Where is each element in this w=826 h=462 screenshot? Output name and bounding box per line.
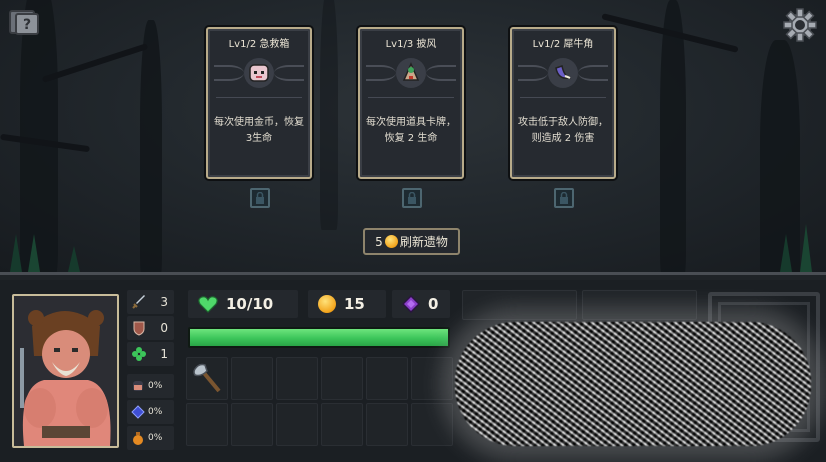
gold-coin-icon bbox=[318, 295, 336, 313]
relic-emblem bbox=[518, 51, 608, 95]
gold-display: 15 bbox=[308, 290, 386, 318]
attack-value: 3 bbox=[160, 295, 168, 309]
inventory-slot[interactable] bbox=[411, 403, 453, 446]
gem-resistance: 0% bbox=[127, 400, 174, 424]
heart-icon bbox=[198, 296, 218, 313]
cloak-icon bbox=[396, 58, 426, 88]
inventory-slot[interactable] bbox=[186, 403, 228, 446]
lock-icon bbox=[256, 192, 264, 204]
inventory-slot[interactable] bbox=[321, 357, 363, 400]
barbarian-hero-icon bbox=[14, 296, 117, 446]
inventory-slot[interactable] bbox=[276, 357, 318, 400]
health-bar-fill bbox=[190, 329, 448, 346]
potion-icon bbox=[133, 432, 143, 445]
inventory-slot[interactable] bbox=[276, 403, 318, 446]
relic-emblem bbox=[214, 51, 304, 95]
gem-value: 0 bbox=[428, 295, 439, 313]
inventory-slot[interactable] bbox=[186, 357, 228, 400]
axe-icon bbox=[193, 363, 221, 392]
gem-display: 0 bbox=[392, 290, 450, 318]
inventory-slot[interactable] bbox=[321, 403, 363, 446]
settings-button[interactable] bbox=[780, 6, 820, 44]
health-display: 10/10 bbox=[188, 290, 298, 318]
relic-title: Lv1/3 披风 bbox=[385, 39, 437, 50]
relic-card-first-aid-kit[interactable]: Lv1/2 急救箱 每次使用金币，恢复3生命 bbox=[206, 27, 312, 179]
obscured-region bbox=[455, 322, 811, 446]
relic-description: 每次使用道具卡牌，恢复 2 生命 bbox=[366, 117, 456, 144]
fist-icon bbox=[133, 381, 143, 391]
relic-lock-button[interactable] bbox=[402, 188, 422, 208]
relic-card-cloak[interactable]: Lv1/3 披风 每次使用道具卡牌，恢复 2 生命 bbox=[358, 27, 464, 179]
equipment-slot[interactable] bbox=[462, 290, 577, 320]
relic-lock-button[interactable] bbox=[250, 188, 270, 208]
fist-resistance: 0% bbox=[127, 374, 174, 398]
gear-icon bbox=[783, 8, 817, 42]
health-bar bbox=[188, 327, 450, 348]
relic-emblem bbox=[366, 51, 456, 95]
gold-value: 15 bbox=[344, 295, 365, 313]
potion-resistance-value: 0% bbox=[148, 433, 163, 443]
defense-stat: 0 bbox=[127, 316, 174, 340]
attack-stat: 3 bbox=[127, 290, 174, 314]
refresh-cost: 5 bbox=[375, 234, 383, 249]
inventory-slot[interactable] bbox=[231, 403, 273, 446]
hero-portrait bbox=[12, 294, 119, 448]
clover-icon bbox=[132, 347, 146, 361]
luck-value: 1 bbox=[160, 347, 168, 361]
coin-icon bbox=[384, 235, 398, 248]
relic-description: 攻击低于敌人防御，则造成 2 伤害 bbox=[518, 117, 608, 144]
gem-resistance-value: 0% bbox=[148, 407, 163, 417]
relic-title: Lv1/2 犀牛角 bbox=[532, 39, 594, 50]
inventory-slot[interactable] bbox=[231, 357, 273, 400]
purple-gem-icon bbox=[402, 295, 420, 313]
rhino-horn-icon bbox=[548, 58, 578, 88]
inventory-grid bbox=[186, 357, 453, 450]
help-button[interactable]: ? bbox=[4, 6, 44, 40]
first-aid-kit-icon bbox=[244, 58, 274, 88]
relic-title: Lv1/2 急救箱 bbox=[228, 39, 290, 50]
help-card-icon: ? bbox=[9, 10, 39, 35]
blue-gem-icon bbox=[131, 405, 145, 419]
refresh-relics-button[interactable]: 5 刷新遗物 bbox=[363, 228, 460, 255]
relic-lock-button[interactable] bbox=[554, 188, 574, 208]
refresh-label: 刷新遗物 bbox=[399, 235, 448, 249]
luck-stat: 1 bbox=[127, 342, 174, 366]
relic-description: 每次使用金币，恢复3生命 bbox=[214, 117, 304, 144]
lock-icon bbox=[560, 192, 568, 204]
inventory-slot[interactable] bbox=[366, 357, 408, 400]
svg-text:?: ? bbox=[23, 17, 31, 33]
fist-resistance-value: 0% bbox=[148, 381, 163, 391]
sword-icon bbox=[132, 295, 145, 309]
inventory-slot[interactable] bbox=[411, 357, 453, 400]
lock-icon bbox=[408, 192, 416, 204]
potion-resistance: 0% bbox=[127, 426, 174, 450]
shield-icon bbox=[133, 321, 145, 336]
inventory-slot[interactable] bbox=[366, 403, 408, 446]
equipment-slot[interactable] bbox=[582, 290, 697, 320]
relic-card-rhino-horn[interactable]: Lv1/2 犀牛角 攻击低于敌人防御，则造成 2 伤害 bbox=[510, 27, 616, 179]
defense-value: 0 bbox=[160, 321, 168, 335]
health-value: 10/10 bbox=[226, 295, 274, 313]
